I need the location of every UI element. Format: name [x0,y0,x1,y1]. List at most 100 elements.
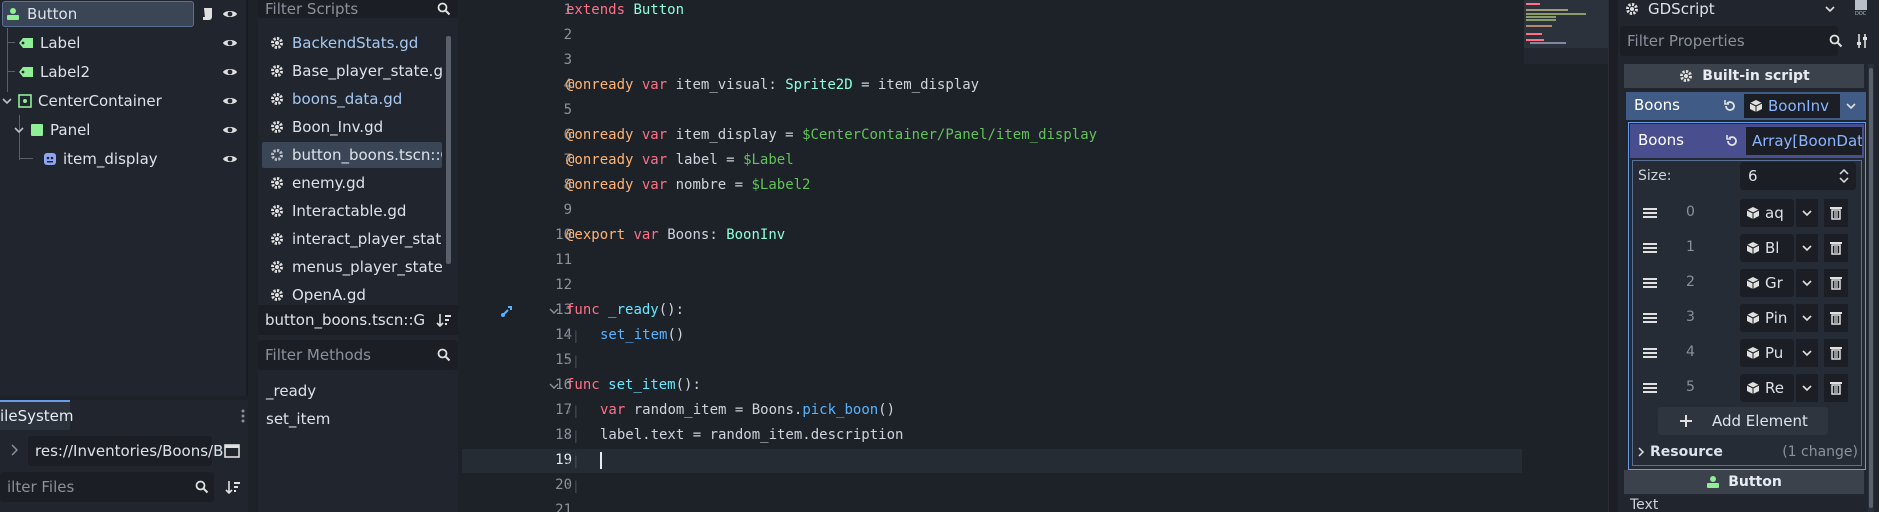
line-number: 20 [555,477,572,493]
array-property-row: Boons Array[BoonDat [1630,124,1864,158]
visibility-eye-icon[interactable] [222,35,238,51]
tree-node-label2[interactable]: Label2 [0,58,248,86]
tab-indent-marker: ›| [565,354,580,368]
size-spinbox[interactable]: 6 [1740,162,1856,190]
element-resource-picker[interactable]: Pin [1740,304,1794,332]
tree-node-button[interactable]: Button [0,0,248,28]
script-item-label: enemy.gd [292,174,366,192]
trash-icon[interactable] [1824,339,1848,367]
sort-icon[interactable] [224,479,242,495]
element-resource-picker[interactable]: Re [1740,374,1794,402]
element-resource-picker[interactable]: Gr [1740,269,1794,297]
array-type-button[interactable]: Array[BoonDat [1746,127,1862,155]
chevron-down-icon[interactable] [14,125,24,135]
gear-icon [269,203,285,219]
trash-icon[interactable] [1824,374,1848,402]
filter-files-input[interactable]: ilter Files [0,472,214,502]
sort-methods-icon[interactable] [436,312,452,328]
script-item-label: Interactable.gd [292,202,407,220]
dock-splitter[interactable] [1608,0,1618,512]
scrollbar[interactable] [1869,68,1873,508]
code-editor[interactable]: 1 2 3 4 5 6 7 8 9 10 11 12 13 14 ›| 15 ›| 16 17 ›| 18 ›| 19 ›| 2… [462,0,1522,512]
tab-indent-marker: ›| [565,404,580,418]
keyword: var [641,77,668,93]
script-type-dropdown[interactable]: GDScript [1620,0,1838,18]
script-list: BackendStats.gd Base_player_state.gd boons… [258,30,458,310]
chevron-right-icon[interactable] [8,443,20,457]
tree-node-panel[interactable]: Panel [0,116,248,144]
script-icon[interactable] [200,6,216,22]
script-list-item[interactable]: Boon_Inv.gd [262,114,442,140]
tab-indent-marker: ›| [565,454,580,468]
chevron-down-icon[interactable] [1796,304,1818,332]
trash-icon[interactable] [1824,269,1848,297]
tree-node-centercontainer[interactable]: CenterContainer [0,87,248,115]
tab-filesystem[interactable]: ileSystem [0,400,74,430]
visibility-eye-icon[interactable] [222,151,238,167]
script-list-item[interactable]: BackendStats.gd [262,30,442,56]
scrollbar[interactable] [446,36,451,264]
tab-indent-marker: ›| [565,479,580,493]
element-resource-picker[interactable]: Bl [1740,234,1794,262]
drag-handle-icon[interactable] [1641,311,1659,325]
filter-methods-input[interactable]: Filter Methods [258,340,458,370]
panel-node-icon [30,123,44,137]
kebab-menu-icon[interactable] [240,408,246,424]
script-list-item[interactable]: button_boons.tscn::G... [262,142,442,168]
revert-icon[interactable] [1724,133,1740,149]
script-list-item[interactable]: boons_data.gd [262,86,442,112]
code-line-4: @onready var item_visual: Sprite2D = ite… [566,77,979,93]
chevron-down-icon[interactable] [2,96,12,106]
add-element-button[interactable]: Add Element [1658,407,1828,435]
chevron-down-icon[interactable] [1796,374,1818,402]
element-resource-picker[interactable]: aq [1740,199,1794,227]
method-item-ready[interactable]: _ready [266,382,316,400]
element-resource-picker[interactable]: Pu [1740,339,1794,367]
spin-arrows-icon[interactable] [1838,168,1850,184]
current-line-highlight [462,449,1522,473]
chevron-down-icon[interactable] [1796,199,1818,227]
fold-chevron-icon[interactable] [549,306,559,316]
drag-handle-icon[interactable] [1641,241,1659,255]
revert-icon[interactable] [1722,98,1738,114]
chevron-down-icon[interactable] [1796,234,1818,262]
property-tools-icon[interactable] [1854,32,1872,50]
line-number: 1 [563,2,572,18]
script-list-item[interactable]: menus_player_state.gd [262,254,442,280]
section-button[interactable]: Button [1624,470,1864,494]
filter-scripts-input[interactable]: Filter Scripts [258,0,458,18]
drag-handle-icon[interactable] [1641,206,1659,220]
drag-handle-icon[interactable] [1641,346,1659,360]
resource-section-row[interactable]: Resource (1 change) [1632,440,1864,464]
method-item-set-item[interactable]: set_item [266,410,330,428]
path-field[interactable]: res://Inventories/Boons/B [28,436,223,466]
chevron-down-icon[interactable] [1796,339,1818,367]
visibility-eye-icon[interactable] [222,122,238,138]
chevron-down-icon[interactable] [1796,269,1818,297]
section-built-in-script[interactable]: Built-in script [1624,64,1864,88]
help-doc-button[interactable]: DOC [1846,0,1876,20]
split-view-icon[interactable] [224,443,240,459]
tree-node-item-display[interactable]: item_display [0,145,248,173]
line-number: 3 [563,52,572,68]
visibility-eye-icon[interactable] [222,64,238,80]
script-list-item[interactable]: enemy.gd [262,170,442,196]
visibility-eye-icon[interactable] [222,6,238,22]
line-number: 15 [555,352,572,368]
script-list-item[interactable]: Base_player_state.gd [262,58,442,84]
filter-properties-input[interactable]: Filter Properties [1620,26,1838,56]
fold-chevron-icon[interactable] [549,381,559,391]
chevron-down-icon[interactable] [1844,100,1858,112]
drag-handle-icon[interactable] [1641,276,1659,290]
minimap[interactable] [1524,0,1610,64]
tree-node-label[interactable]: Label [0,29,248,57]
trash-icon[interactable] [1824,234,1848,262]
visibility-eye-icon[interactable] [222,93,238,109]
trash-icon[interactable] [1824,304,1848,332]
inspector-panel: GDScript DOC Filter Properties Built-in … [1618,0,1879,512]
boons-resource-picker[interactable]: BoonInv [1744,94,1840,118]
script-list-item[interactable]: Interactable.gd [262,198,442,224]
trash-icon[interactable] [1824,199,1848,227]
drag-handle-icon[interactable] [1641,381,1659,395]
script-list-item[interactable]: interact_player_state.... [262,226,442,252]
